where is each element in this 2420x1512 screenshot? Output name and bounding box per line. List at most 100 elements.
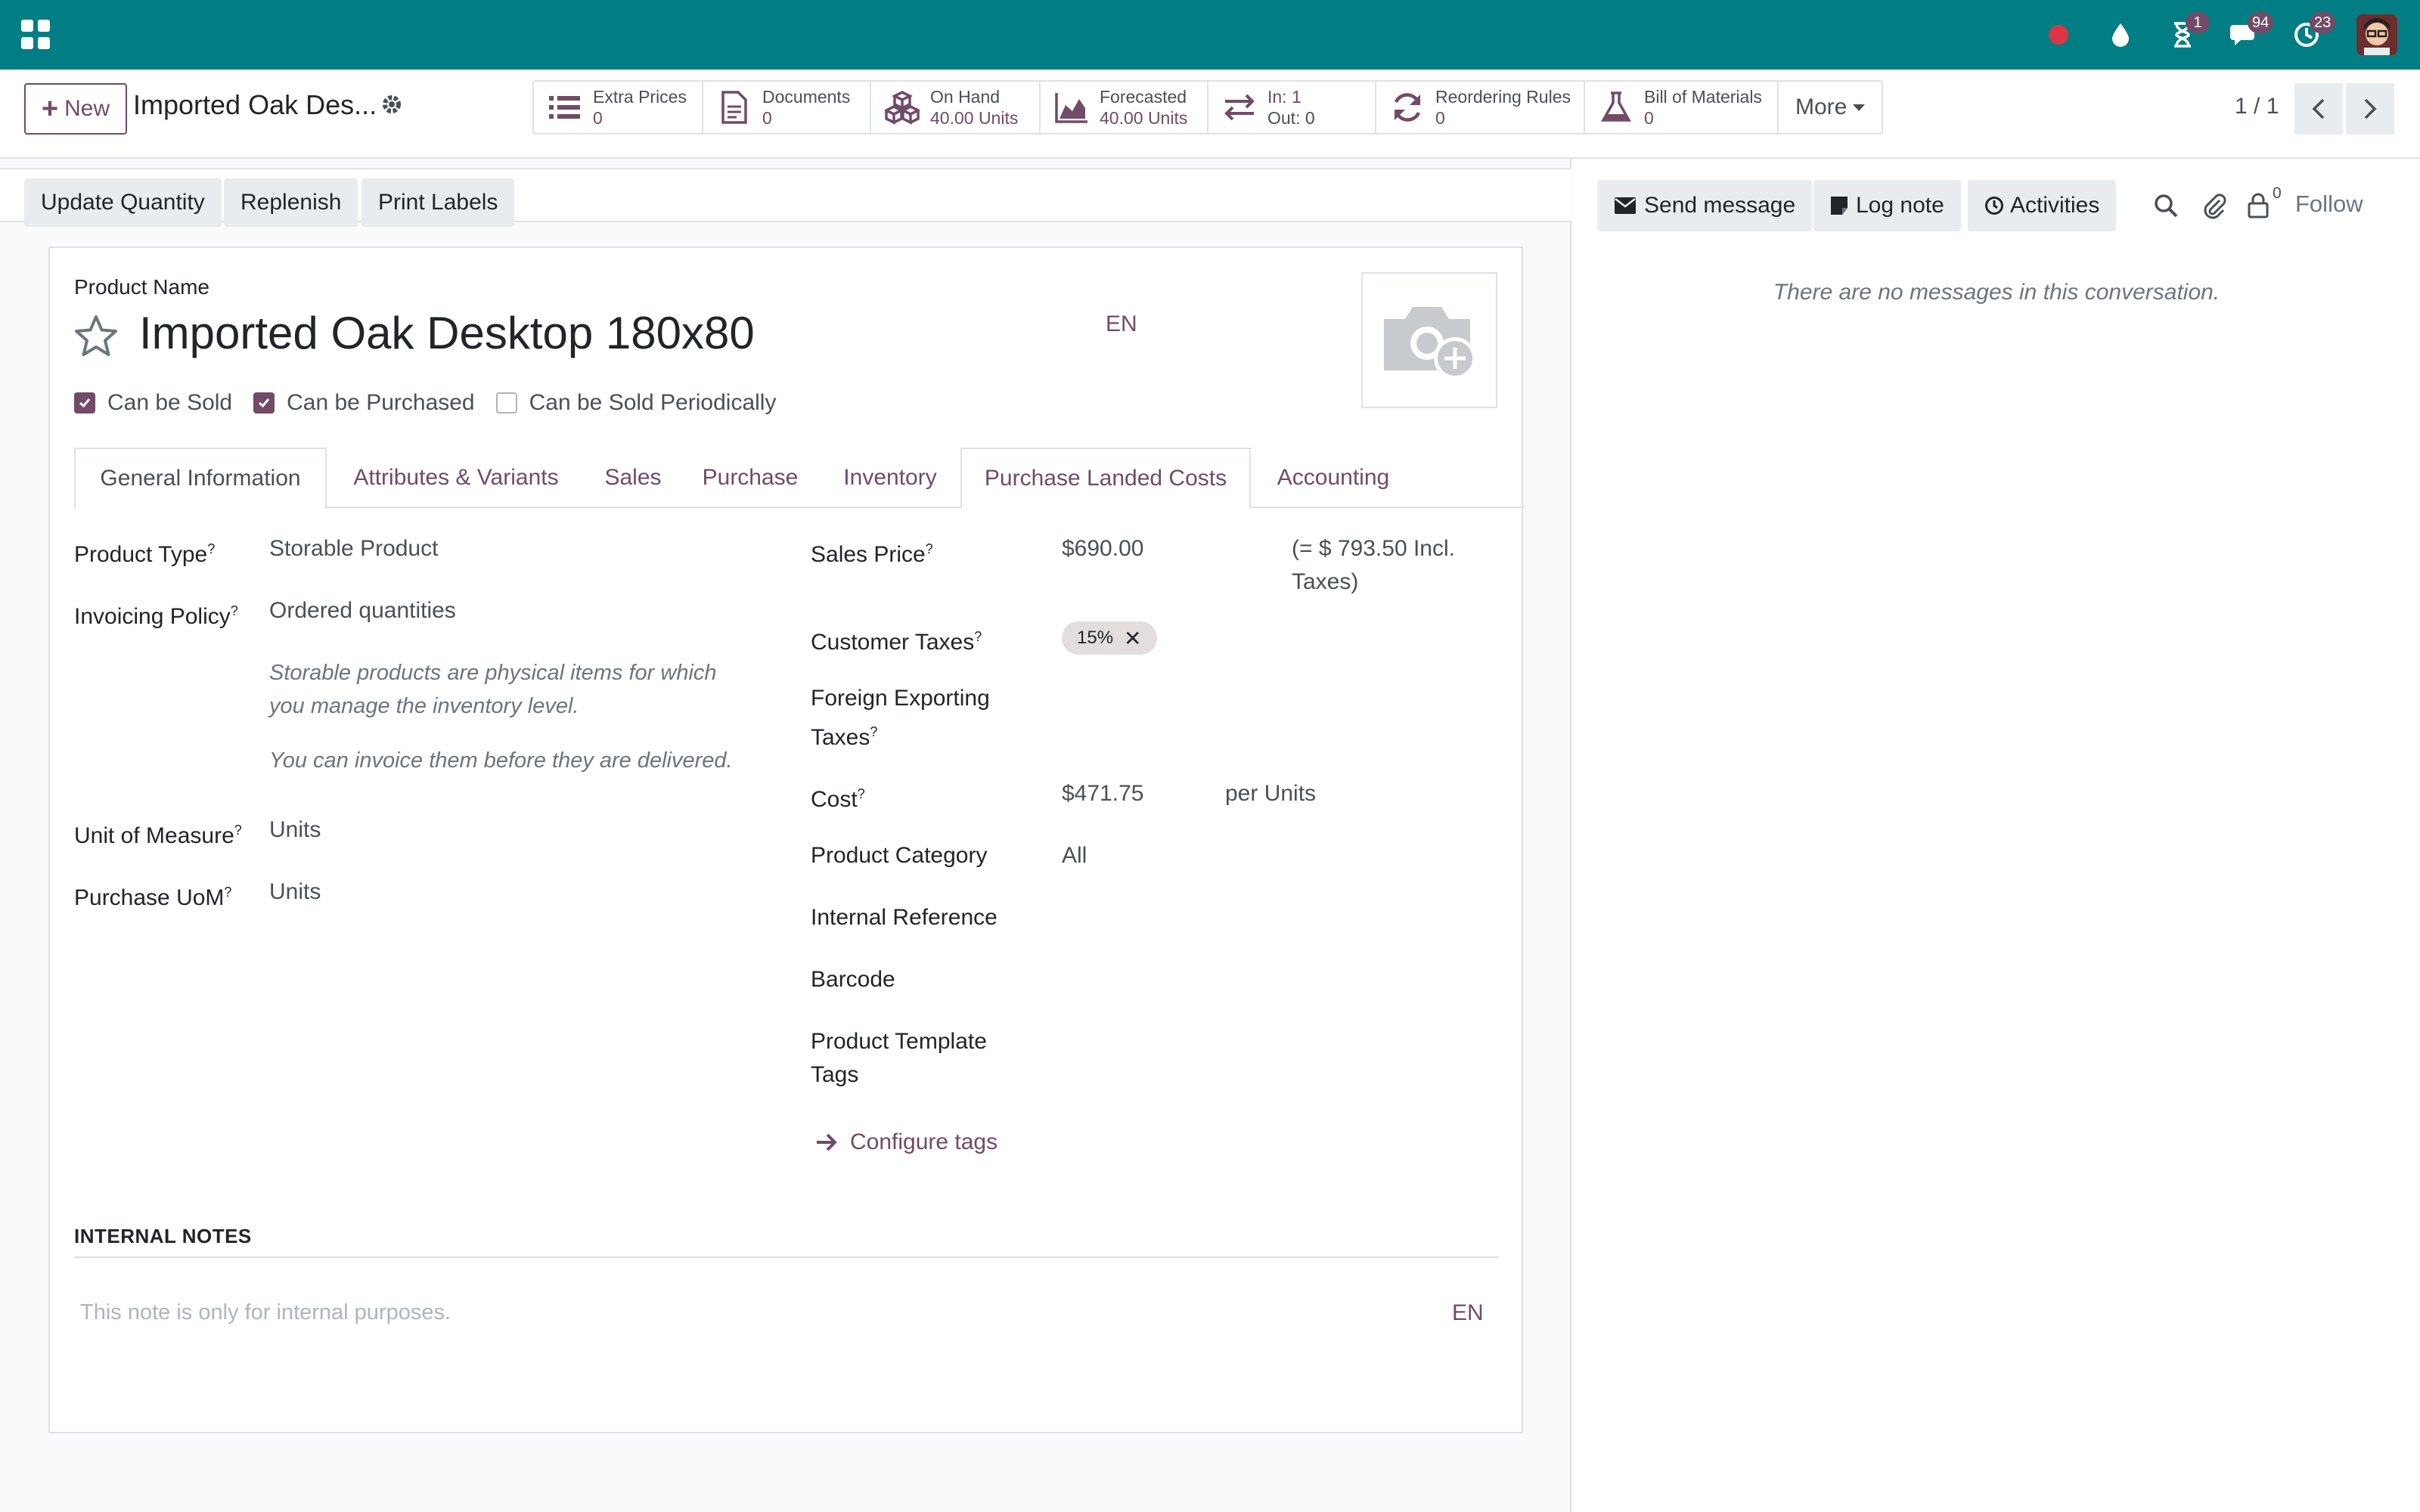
clock-icon[interactable]: 23 <box>2290 12 2336 51</box>
tab-accounting[interactable]: Accounting <box>1251 448 1416 508</box>
remove-tag-icon[interactable]: ✕ <box>1124 626 1141 651</box>
product-name-label: Product Name <box>74 275 209 299</box>
activities-button[interactable]: Activities <box>1968 180 2117 231</box>
bill-of-materials-button[interactable]: Bill of Materials 0 <box>1585 82 1779 133</box>
tab-inventory[interactable]: Inventory <box>820 448 960 508</box>
smart-buttons: Extra Prices 0 Documents 0 On Hand 40.00 Un… <box>532 80 1884 135</box>
navbar-systray: 1 94 23 <box>2013 12 2397 57</box>
customer-taxes-label: Customer Taxes? <box>811 629 982 655</box>
can-be-sold-periodically-checkbox[interactable]: Can be Sold Periodically <box>495 390 777 416</box>
notes-lang-button[interactable]: EN <box>1452 1300 1484 1326</box>
product-image-upload[interactable] <box>1361 272 1497 408</box>
print-labels-button[interactable]: Print Labels <box>361 178 515 227</box>
pager-value[interactable]: 1 / 1 <box>2235 94 2279 119</box>
cubes-icon <box>885 91 920 125</box>
new-button[interactable]: + New <box>24 83 127 135</box>
messages-badge: 94 <box>2248 12 2274 33</box>
breadcrumb-title: Imported Oak Des... <box>133 89 375 120</box>
gear-icon[interactable] <box>380 92 404 116</box>
camera-plus-icon <box>1384 307 1476 380</box>
product-name-input[interactable]: Imported Oak Desktop 180x80 <box>139 307 1016 359</box>
on-hand-value: 40.00 Units <box>930 108 1019 128</box>
product-type-label: Product Type? <box>74 541 216 567</box>
invoicing-help: You can invoice them before they are del… <box>269 748 733 773</box>
customer-tax-tag-label: 15% <box>1077 627 1114 648</box>
internal-notes-input[interactable]: This note is only for internal purposes. <box>80 1300 451 1325</box>
send-message-button[interactable]: Send message <box>1597 180 1813 231</box>
chatter-panel: Send message Log note Activities 0 Follo… <box>1573 159 2420 1512</box>
area-chart-icon <box>1055 93 1087 123</box>
list-icon <box>549 96 580 119</box>
tab-sales[interactable]: Sales <box>585 448 681 508</box>
messages-icon[interactable]: 94 <box>2228 12 2274 51</box>
documents-value: 0 <box>762 108 772 128</box>
app-menu-icon[interactable] <box>21 20 51 50</box>
bill-of-materials-label: Bill of Materials <box>1644 87 1762 107</box>
checkbox-checked-icon <box>253 392 275 414</box>
unit-of-measure-label: Unit of Measure? <box>74 823 242 848</box>
purchase-uom-label: Purchase UoM? <box>74 885 232 910</box>
internal-reference-label: Internal Reference <box>811 905 997 930</box>
sales-price-input[interactable]: $690.00 <box>1062 532 1143 565</box>
clock-badge: 23 <box>2310 12 2336 33</box>
recording-icon[interactable] <box>2042 18 2075 51</box>
out-count: Out: 0 <box>1267 108 1315 128</box>
invoicing-policy-select[interactable]: Ordered quantities <box>269 594 456 627</box>
paperclip-icon[interactable] <box>2201 192 2228 219</box>
caret-down-icon <box>1853 104 1866 111</box>
forecasted-button[interactable]: Forecasted 40.00 Units <box>1041 82 1208 133</box>
cost-input[interactable]: $471.75 <box>1062 777 1143 810</box>
tab-purchase[interactable]: Purchase <box>681 448 820 508</box>
activities-hourglass-icon[interactable]: 1 <box>2166 12 2210 51</box>
customer-tax-tag: 15% ✕ <box>1062 621 1157 655</box>
product-category-field[interactable]: All <box>1062 839 1087 872</box>
tab-general-information[interactable]: General Information <box>74 448 327 510</box>
extra-prices-label: Extra Prices <box>593 87 687 107</box>
chevron-right-icon <box>2364 98 2377 119</box>
more-dropdown[interactable]: More <box>1779 82 1882 133</box>
user-avatar[interactable] <box>2356 14 2397 55</box>
drop-icon[interactable] <box>2104 18 2137 51</box>
template-tags-label-line-2: Tags <box>811 1062 859 1087</box>
flask-icon <box>1601 91 1631 122</box>
unit-of-measure-field[interactable]: Units <box>269 813 321 847</box>
follow-button[interactable]: Follow <box>2295 191 2363 218</box>
incl-taxes-line-1: (= $ 793.50 Incl. <box>1292 536 1455 561</box>
product-type-help-line-1: Storable products are physical items for… <box>269 661 717 685</box>
replenish-button[interactable]: Replenish <box>224 178 358 227</box>
update-quantity-button[interactable]: Update Quantity <box>24 178 222 227</box>
form-sheet: Product Name Imported Oak Desktop 180x80… <box>48 246 1525 1433</box>
reordering-rules-button[interactable]: Reordering Rules 0 <box>1376 82 1585 133</box>
tab-purchase-landed-costs[interactable]: Purchase Landed Costs <box>960 448 1251 508</box>
search-icon[interactable] <box>2152 192 2180 219</box>
can-be-purchased-label: Can be Purchased <box>287 390 475 415</box>
documents-button[interactable]: Documents 0 <box>703 82 871 133</box>
can-be-sold-checkbox[interactable]: Can be Sold <box>74 390 232 416</box>
in-out-button[interactable]: In: 1 Out: 0 <box>1208 82 1376 133</box>
pager-next-button[interactable] <box>2346 83 2394 135</box>
divider <box>74 1256 1499 1258</box>
product-name-lang-button[interactable]: EN <box>1106 311 1137 337</box>
product-type-select[interactable]: Storable Product <box>269 532 438 565</box>
favorite-star-icon[interactable] <box>73 313 119 360</box>
activities-label: Activities <box>2010 193 2100 218</box>
template-tags-label-line-1: Product Template <box>811 1029 987 1054</box>
incl-taxes-line-2: Taxes) <box>1292 569 1359 594</box>
log-note-button[interactable]: Log note <box>1813 180 1961 231</box>
configure-tags-link[interactable]: Configure tags <box>815 1129 997 1155</box>
product-type-help-line-2: you manage the inventory level. <box>269 694 579 718</box>
followers-lock-icon[interactable] <box>2246 192 2273 219</box>
activities-badge: 1 <box>2186 12 2210 33</box>
pager-previous-button[interactable] <box>2294 83 2343 135</box>
top-navbar: 1 94 23 <box>0 0 2420 70</box>
purchase-uom-field[interactable]: Units <box>269 875 321 909</box>
can-be-sold-periodically-label: Can be Sold Periodically <box>529 390 777 415</box>
extra-prices-button[interactable]: Extra Prices 0 <box>534 82 703 133</box>
reordering-rules-label: Reordering Rules <box>1435 87 1571 107</box>
chevron-left-icon <box>2312 98 2325 119</box>
tab-attributes-variants[interactable]: Attributes & Variants <box>327 448 585 508</box>
in-count: In: 1 <box>1267 87 1302 107</box>
on-hand-button[interactable]: On Hand 40.00 Units <box>871 82 1041 133</box>
can-be-purchased-checkbox[interactable]: Can be Purchased <box>253 390 475 416</box>
configure-tags-label: Configure tags <box>850 1129 998 1154</box>
